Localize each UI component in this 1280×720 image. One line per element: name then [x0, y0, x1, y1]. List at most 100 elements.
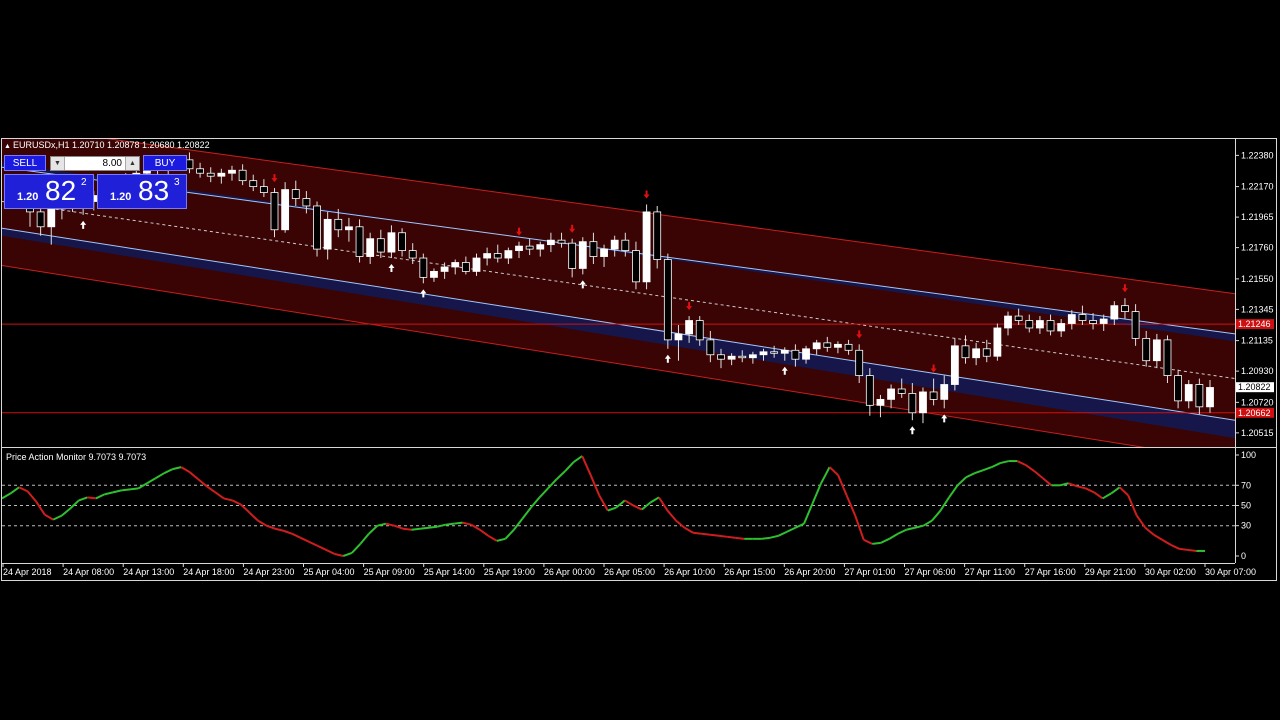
collapse-triangle-icon[interactable]: ▲ [4, 143, 11, 150]
candle [493, 253, 502, 259]
candle [642, 211, 651, 283]
buy-button[interactable]: BUY [143, 155, 187, 171]
indicator-segment [487, 534, 498, 542]
sell-button[interactable]: SELL [4, 155, 46, 171]
indicator-segment [956, 476, 967, 487]
lot-size-stepper[interactable]: ▼ ▲ [50, 156, 140, 171]
indicator-segment [982, 466, 993, 472]
candle [685, 320, 693, 335]
candle [823, 342, 832, 348]
price-tick-label: 1.22170 [1241, 182, 1274, 192]
time-tick-label: 24 Apr 18:00 [183, 567, 234, 577]
indicator-segment [1016, 460, 1027, 467]
price-chart[interactable]: 1.22380 1.22170 1.21965 1.21760 1.21550 1.213… [0, 0, 1280, 720]
indicator-segment [35, 500, 46, 516]
indicator-segment [974, 469, 984, 475]
indicator-segment [880, 537, 890, 544]
indicator-segment [564, 461, 575, 472]
time-tick-label: 27 Apr 16:00 [1025, 567, 1076, 577]
candle [802, 348, 810, 360]
sell-price-quote[interactable]: 1.20 82 2 [4, 174, 94, 209]
time-tick-label: 26 Apr 05:00 [604, 567, 655, 577]
time-tick-label: 26 Apr 00:00 [544, 567, 595, 577]
time-tick-label: 26 Apr 10:00 [664, 567, 715, 577]
candle [897, 388, 906, 394]
candle [525, 245, 534, 250]
indicator-segment [845, 495, 857, 516]
indicator-segment [342, 552, 353, 557]
indicator-segment [291, 532, 302, 539]
candle [791, 349, 800, 360]
sell-price-pips: 82 [45, 175, 77, 206]
candle [206, 172, 215, 177]
indicator-segment [104, 491, 114, 496]
candle [461, 262, 470, 272]
lot-size-input[interactable] [66, 157, 122, 170]
candle [876, 398, 885, 406]
indicator-segment [632, 504, 643, 511]
candle [653, 211, 662, 260]
price-tick-label: 1.21345 [1241, 304, 1274, 314]
indicator-segment [888, 532, 899, 540]
candle [1163, 339, 1172, 376]
indicator-segment [607, 506, 617, 512]
increase-lot-icon[interactable]: ▲ [125, 157, 139, 170]
buy-signal-arrow [909, 426, 916, 435]
indicator-segment [138, 482, 148, 490]
time-tick-label: 25 Apr 14:00 [424, 567, 475, 577]
indicator-segment [965, 472, 976, 479]
indicator-segment [121, 488, 131, 492]
indicator-segment [641, 501, 652, 511]
indicator-segment [573, 455, 583, 463]
candle [855, 349, 864, 376]
indicator-segment [581, 455, 592, 476]
indicator-segment [513, 518, 524, 531]
price-level-label: 1.20662 [1238, 408, 1271, 418]
indicator-segment [854, 515, 865, 541]
candle [727, 355, 736, 360]
candle [483, 253, 492, 259]
indicator-segment [684, 526, 694, 534]
indicator-tick-label: 50 [1241, 501, 1251, 511]
candle [430, 271, 438, 278]
indicator-segment [710, 533, 719, 537]
indicator-segment [1161, 538, 1172, 546]
candle [1195, 384, 1204, 408]
indicator-segment [897, 528, 907, 535]
candle [600, 248, 608, 257]
candle [228, 169, 236, 174]
time-tick-label: 26 Apr 20:00 [784, 567, 835, 577]
one-click-trading-panel: SELL ▼ ▲ BUY 1.20 82 2 1.20 83 3 [4, 155, 188, 209]
time-tick-label: 24 Apr 2018 [3, 567, 52, 577]
indicator-segment [163, 468, 174, 475]
candle [1131, 311, 1140, 339]
indicator-segment [1093, 491, 1104, 500]
indicator-segment [1033, 470, 1044, 480]
indicator-segment [44, 513, 54, 521]
indicator-segment [419, 526, 429, 530]
chart-header: ▲ EURUSDx,H1 1.20710 1.20878 1.20680 1.20… [4, 140, 210, 150]
indicator-segment [948, 484, 959, 498]
candle [748, 354, 757, 359]
candle [940, 384, 949, 400]
candle [387, 232, 396, 253]
indicator-segment [189, 471, 199, 481]
buy-price-quote[interactable]: 1.20 83 3 [97, 174, 187, 209]
candle [1036, 320, 1044, 329]
indicator-segment [504, 529, 515, 540]
decrease-lot-icon[interactable]: ▼ [51, 157, 65, 170]
candle [770, 351, 779, 354]
indicator-segment [991, 462, 1001, 469]
candle [972, 348, 981, 359]
candle [1174, 375, 1183, 402]
indicator-segment [95, 493, 105, 500]
buy-price-pips: 83 [138, 175, 170, 206]
indicator-segment [231, 499, 242, 506]
indicator-segment [214, 491, 225, 500]
candle [993, 327, 1002, 357]
indicator-segment [462, 521, 472, 526]
price-tick-label: 1.21550 [1241, 274, 1274, 284]
time-tick-label: 27 Apr 01:00 [844, 567, 895, 577]
indicator-segment [1025, 464, 1035, 472]
indicator-segment [837, 474, 848, 496]
